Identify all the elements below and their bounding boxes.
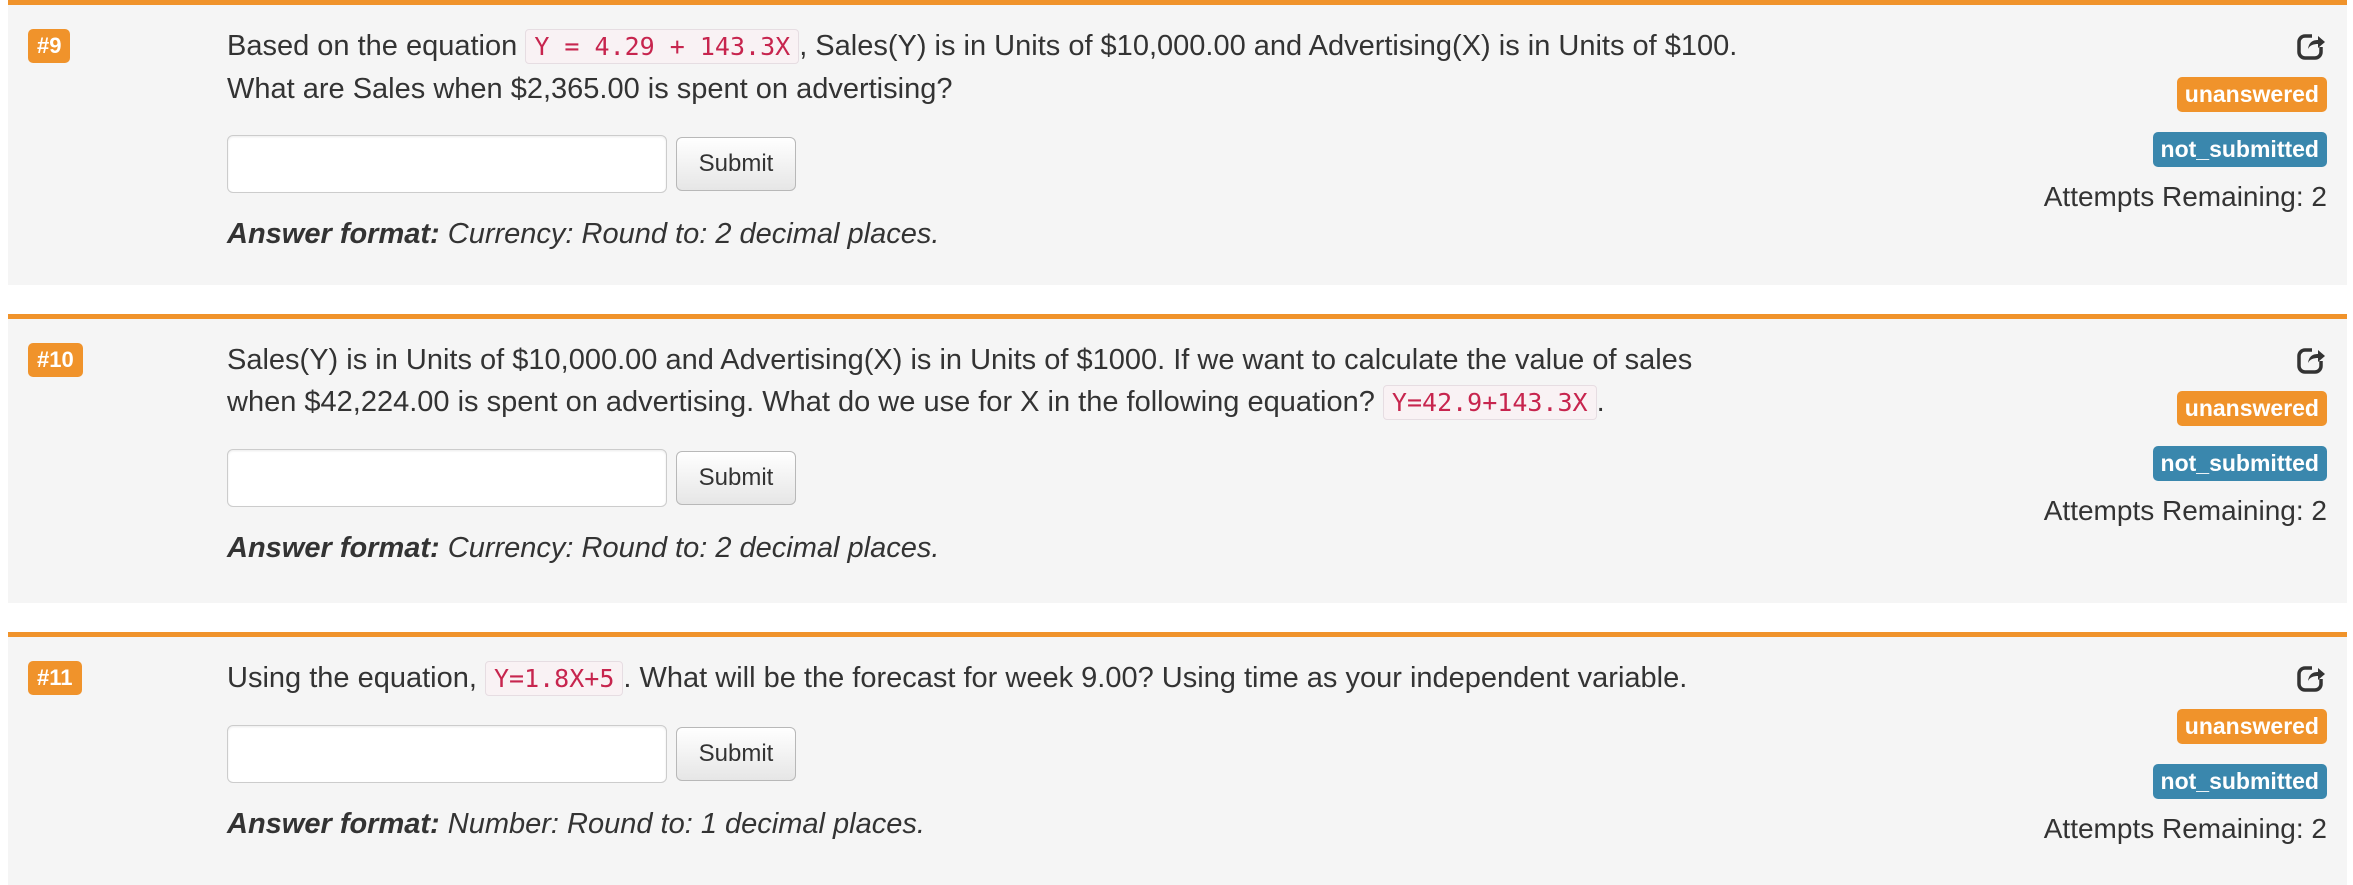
- question-text-before: Based on the equation: [227, 30, 526, 62]
- submit-button[interactable]: Submit: [676, 137, 796, 191]
- answer-format: Answer format: Number: Round to: 1 decim…: [227, 808, 1747, 841]
- status-badge-unanswered: unanswered: [2176, 709, 2327, 744]
- status-badge-not-submitted: not_submitted: [2152, 132, 2327, 167]
- answer-format-text: Currency: Round to: 2 decimal places.: [439, 218, 940, 250]
- question-text-after: . What will be the forecast for week 9.0…: [623, 662, 1688, 694]
- question-body: Based on the equation Y = 4.29 + 143.3X,…: [227, 25, 1747, 251]
- answer-format: Answer format: Currency: Round to: 2 dec…: [227, 218, 1747, 251]
- question-panel-9: #9 Based on the equation Y = 4.29 + 143.…: [8, 0, 2347, 285]
- question-status-column: unanswered not_submitted Attempts Remain…: [2007, 31, 2327, 213]
- status-badge-unanswered: unanswered: [2176, 391, 2327, 426]
- answer-format-text: Number: Round to: 1 decimal places.: [439, 808, 925, 840]
- question-number-badge: #9: [28, 29, 71, 63]
- answer-input[interactable]: [227, 725, 667, 783]
- answer-input[interactable]: [227, 449, 667, 507]
- share-arrow-icon[interactable]: [2297, 31, 2327, 61]
- question-text: Based on the equation Y = 4.29 + 143.3X,…: [227, 25, 1747, 110]
- answer-format-label: Answer format:: [227, 808, 440, 840]
- question-number-badge: #11: [28, 661, 82, 695]
- question-number-badge: #10: [28, 343, 83, 377]
- answer-format-label: Answer format:: [227, 532, 440, 564]
- question-text: Sales(Y) is in Units of $10,000.00 and A…: [227, 339, 1747, 424]
- attempts-remaining: Attempts Remaining: 2: [2043, 813, 2327, 844]
- attempts-remaining: Attempts Remaining: 2: [2043, 181, 2327, 212]
- question-text: Using the equation, Y=1.8X+5. What will …: [227, 657, 1747, 700]
- question-text-before: Using the equation,: [227, 662, 485, 694]
- status-badge-unanswered: unanswered: [2176, 77, 2327, 112]
- answer-format-text: Currency: Round to: 2 decimal places.: [439, 532, 940, 564]
- answer-row: Submit: [227, 134, 1747, 194]
- question-status-column: unanswered not_submitted Attempts Remain…: [2007, 663, 2327, 845]
- answer-input[interactable]: [227, 135, 667, 193]
- question-panel-11: #11 Using the equation, Y=1.8X+5. What w…: [8, 632, 2347, 885]
- share-arrow-icon[interactable]: [2297, 345, 2327, 375]
- submit-button[interactable]: Submit: [676, 727, 796, 781]
- submit-button[interactable]: Submit: [676, 451, 796, 505]
- equation-code: Y=1.8X+5: [484, 661, 624, 696]
- question-body: Sales(Y) is in Units of $10,000.00 and A…: [227, 339, 1747, 565]
- share-arrow-icon[interactable]: [2297, 663, 2327, 693]
- attempts-remaining: Attempts Remaining: 2: [2043, 495, 2327, 526]
- answer-format-label: Answer format:: [227, 218, 440, 250]
- question-text-after: .: [1596, 386, 1605, 418]
- equation-code: Y=42.9+143.3X: [1382, 385, 1597, 420]
- status-badge-not-submitted: not_submitted: [2152, 446, 2327, 481]
- answer-row: Submit: [227, 448, 1747, 508]
- answer-row: Submit: [227, 724, 1747, 784]
- question-status-column: unanswered not_submitted Attempts Remain…: [2007, 345, 2327, 527]
- question-body: Using the equation, Y=1.8X+5. What will …: [227, 657, 1747, 841]
- question-panel-10: #10 Sales(Y) is in Units of $10,000.00 a…: [8, 314, 2347, 603]
- answer-format: Answer format: Currency: Round to: 2 dec…: [227, 532, 1747, 565]
- equation-code: Y = 4.29 + 143.3X: [525, 29, 800, 64]
- status-badge-not-submitted: not_submitted: [2152, 764, 2327, 799]
